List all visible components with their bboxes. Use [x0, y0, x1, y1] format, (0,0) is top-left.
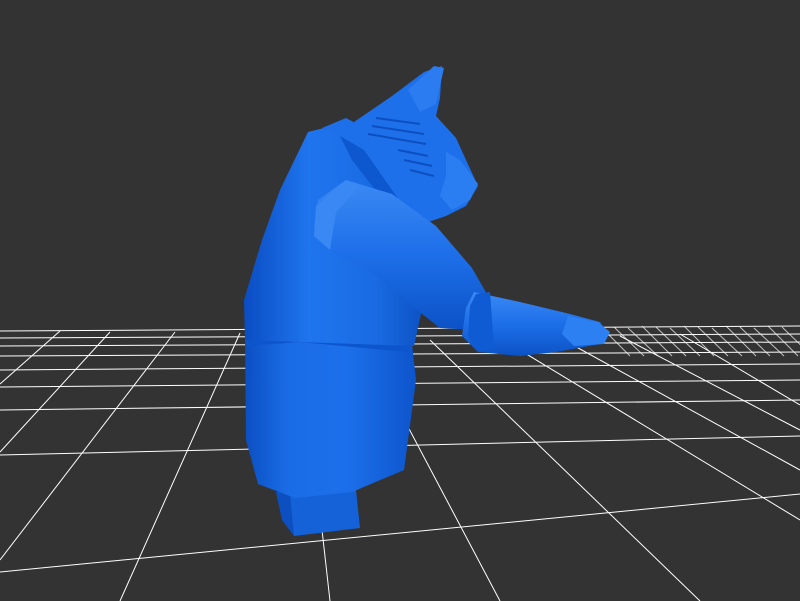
model-lower-body [245, 336, 416, 498]
grid-line [0, 331, 111, 453]
grid-line [683, 325, 715, 357]
grid-line [0, 493, 800, 573]
grid-line [0, 330, 61, 385]
grid-line [119, 332, 241, 601]
grid-line [619, 335, 800, 431]
grid-line [669, 327, 701, 357]
grid-line [725, 325, 757, 357]
scene-canvas[interactable] [0, 0, 800, 601]
cat-figure-3d-model[interactable] [244, 66, 610, 536]
grid-line [655, 326, 687, 357]
grid-line [0, 331, 176, 561]
3d-viewport[interactable] [0, 0, 800, 601]
grid-line [559, 337, 800, 471]
grid-line [739, 326, 771, 357]
grid-line [679, 333, 800, 406]
grid-line [641, 325, 673, 357]
grid-line [767, 325, 799, 357]
grid-line [697, 326, 729, 357]
grid-line [429, 339, 701, 601]
grid-line [613, 326, 645, 357]
